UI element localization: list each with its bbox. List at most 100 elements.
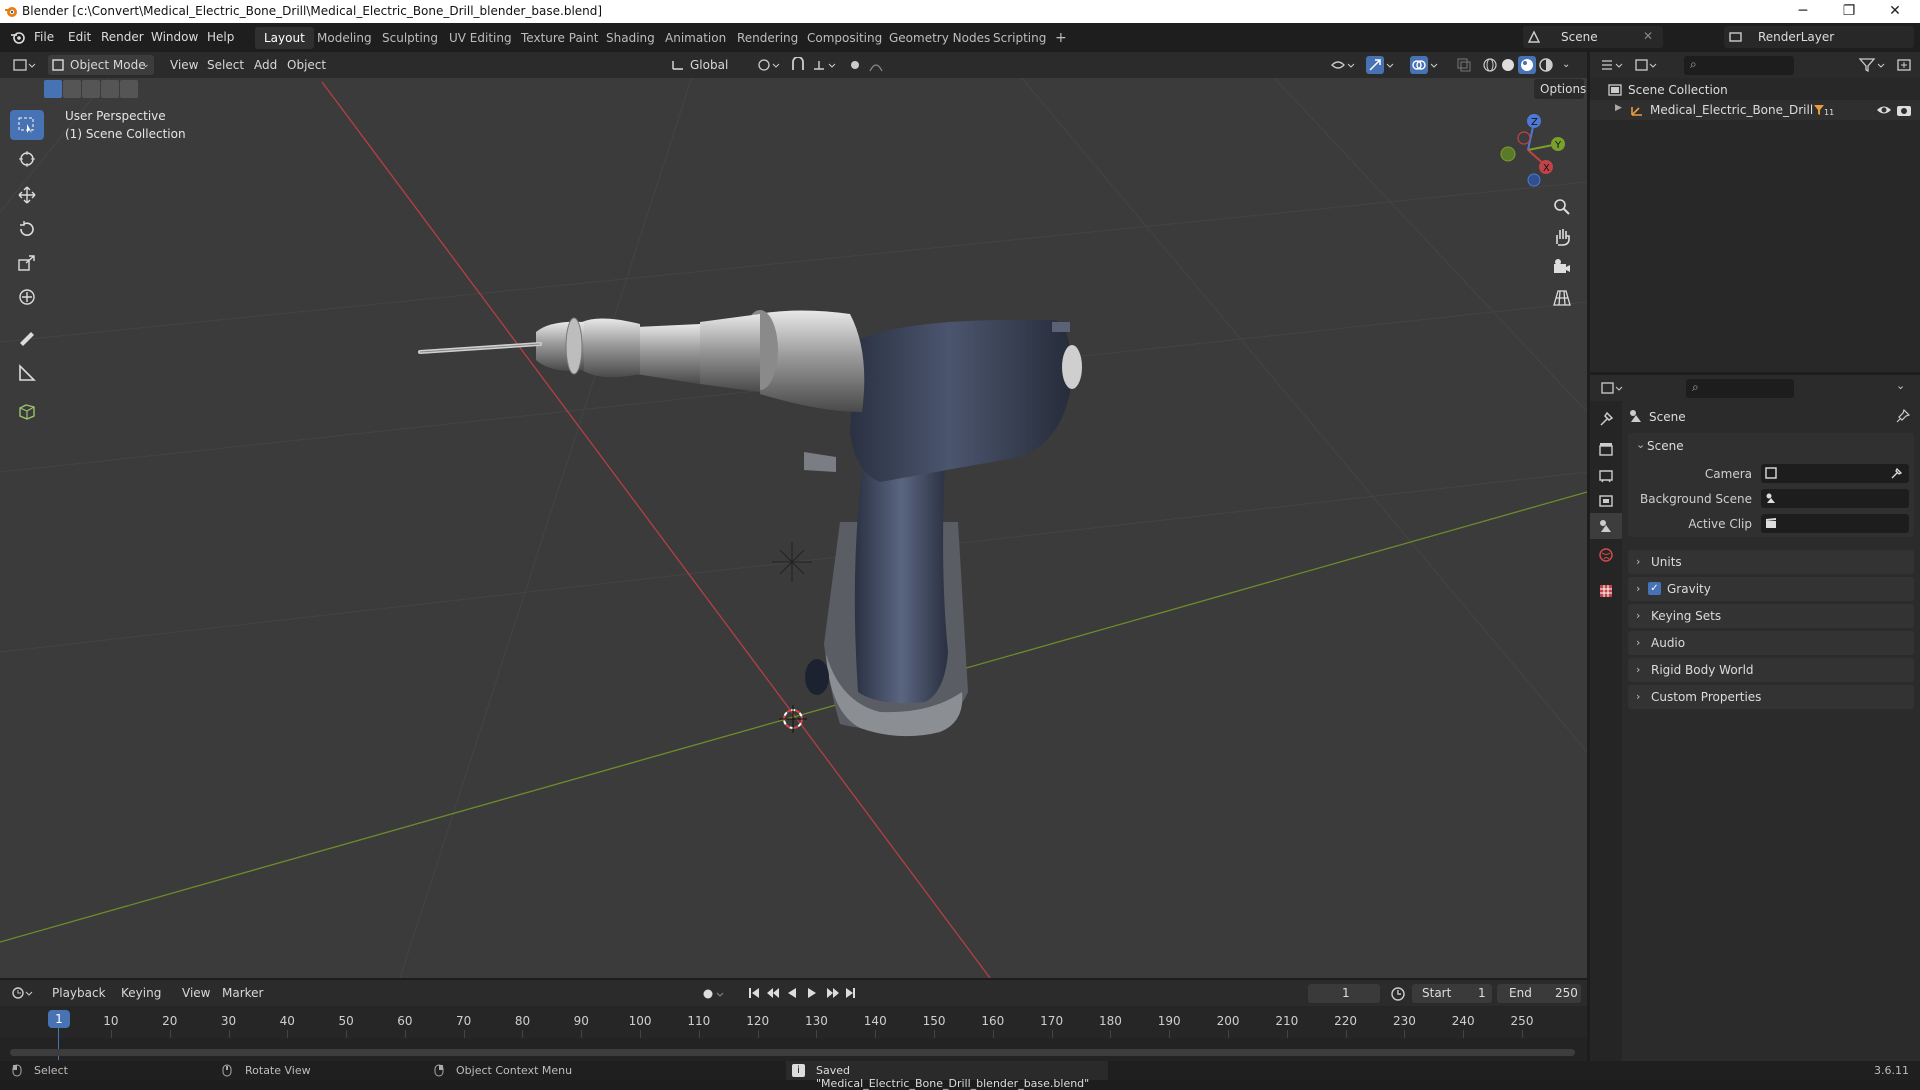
annotate-tool[interactable] — [10, 322, 44, 352]
add-cube-tool[interactable] — [10, 396, 44, 426]
status-report[interactable]: i Saved "Medical_Electric_Bone_Drill_ble… — [786, 1061, 1108, 1090]
eyedropper-icon[interactable] — [1891, 467, 1903, 479]
current-frame-field[interactable]: 1 — [1308, 984, 1380, 1003]
gravity-panel[interactable]: › ✓ Gravity — [1628, 577, 1914, 601]
select-extend-icon[interactable] — [63, 80, 81, 98]
cursor-tool[interactable] — [10, 144, 44, 174]
pan-hand-icon[interactable] — [1552, 227, 1572, 247]
menu-marker[interactable]: Marker — [216, 983, 269, 1003]
end-frame-field[interactable]: End 250 — [1497, 984, 1581, 1003]
texture-tab-icon[interactable] — [1598, 583, 1614, 599]
rendered-shading-icon[interactable] — [1538, 57, 1554, 73]
stopwatch-icon[interactable] — [1390, 986, 1406, 1002]
pivot-point-icon[interactable] — [756, 57, 780, 73]
tab-compositing[interactable]: Compositing — [798, 27, 891, 49]
wireframe-shading-icon[interactable] — [1482, 57, 1498, 73]
audio-panel[interactable]: › Audio — [1628, 631, 1914, 655]
scene-tab[interactable] — [1590, 513, 1622, 539]
navigation-gizmo[interactable]: Z Y X — [1488, 110, 1568, 190]
options-button[interactable]: Options — [1534, 79, 1586, 99]
render-tab-icon[interactable] — [1598, 441, 1614, 457]
filter-icon[interactable] — [1858, 57, 1888, 73]
play-reverse-icon[interactable] — [788, 988, 796, 998]
menu-help[interactable]: Help — [207, 30, 234, 44]
active-clip-field[interactable] — [1761, 514, 1909, 533]
gizmo-toggle-icon[interactable] — [1366, 56, 1396, 74]
3d-viewport[interactable]: Object Mode ⌄ View Select Add Object Glo… — [0, 52, 1587, 978]
proportional-edit-icon[interactable] — [848, 57, 862, 73]
solid-shading-icon[interactable] — [1500, 57, 1516, 73]
jump-start-icon[interactable] — [749, 988, 759, 998]
camera-field[interactable] — [1761, 464, 1909, 483]
gravity-checkbox[interactable]: ✓ — [1648, 582, 1661, 595]
transform-orientation-selector[interactable]: Global — [668, 55, 746, 75]
close-button[interactable]: ✕ — [1872, 0, 1918, 23]
tab-geometry-nodes[interactable]: Geometry Nodes — [880, 27, 999, 49]
properties-search-input[interactable]: ⌕ — [1686, 379, 1794, 398]
shading-options-chevron-icon[interactable]: ⌄ — [1556, 55, 1576, 75]
material-shading-icon[interactable] — [1518, 56, 1536, 74]
tab-uv-editing[interactable]: UV Editing — [440, 27, 521, 49]
play-icon[interactable] — [808, 988, 816, 998]
snap-icon[interactable] — [790, 57, 806, 73]
custom-properties-panel[interactable]: › Custom Properties — [1628, 685, 1914, 709]
minimize-button[interactable]: ─ — [1780, 0, 1826, 23]
select-invert-icon[interactable] — [101, 80, 119, 98]
expand-arrow-icon[interactable]: ▶ — [1615, 103, 1622, 113]
next-keyframe-icon[interactable] — [827, 988, 839, 998]
menu-timeline-view[interactable]: View — [176, 983, 216, 1003]
record-icon[interactable] — [702, 987, 728, 1001]
visibility-icon[interactable] — [1330, 57, 1356, 73]
timeline-scrollbar[interactable] — [10, 1049, 1575, 1056]
menu-add[interactable]: Add — [248, 55, 283, 75]
bone-drill-model[interactable] — [418, 310, 1082, 737]
world-tab-icon[interactable] — [1598, 547, 1614, 563]
select-subtract-icon[interactable] — [82, 80, 100, 98]
select-box-tool[interactable] — [10, 110, 44, 140]
display-mode-icon[interactable] — [1634, 57, 1658, 73]
outliner-row-object[interactable]: ▶ Medical_Electric_Bone_Drill 11 — [1590, 100, 1920, 120]
outliner-editor-type-icon[interactable] — [1600, 57, 1624, 73]
gizmo-neg-z[interactable] — [1527, 173, 1541, 187]
snap-target-icon[interactable] — [812, 57, 838, 73]
outliner-search-input[interactable]: ⌕ — [1684, 56, 1794, 75]
tab-animation[interactable]: Animation — [656, 27, 735, 49]
menu-file[interactable]: File — [34, 30, 54, 44]
menu-keying[interactable]: Keying — [115, 983, 167, 1003]
render-camera-icon[interactable] — [1896, 103, 1912, 117]
pin-icon[interactable] — [1896, 409, 1910, 423]
gizmo-neg-x[interactable] — [1517, 131, 1531, 145]
menu-edit[interactable]: Edit — [68, 30, 91, 44]
gizmo-neg-y[interactable] — [1500, 146, 1516, 162]
menu-render[interactable]: Render — [101, 30, 144, 44]
select-set-icon[interactable] — [44, 80, 62, 98]
measure-tool[interactable] — [10, 358, 44, 388]
camera-view-icon[interactable] — [1552, 257, 1572, 277]
chevron-down-icon[interactable]: ⌄ — [1636, 438, 1645, 451]
unlink-scene-icon[interactable]: ✕ — [1643, 29, 1653, 43]
menu-view[interactable]: View — [164, 55, 204, 75]
tab-texture-paint[interactable]: Texture Paint — [512, 27, 607, 49]
blender-menu-icon[interactable] — [10, 30, 26, 44]
renderlayer-selector[interactable]: RenderLayer — [1724, 26, 1914, 48]
view-layer-tab-icon[interactable] — [1598, 493, 1614, 509]
start-frame-field[interactable]: Start 1 — [1412, 984, 1492, 1003]
maximize-button[interactable]: ❐ — [1826, 0, 1872, 23]
scale-tool[interactable] — [10, 248, 44, 278]
tab-sculpting[interactable]: Sculpting — [373, 27, 447, 49]
tab-scripting[interactable]: Scripting — [984, 27, 1055, 49]
menu-select[interactable]: Select — [201, 55, 250, 75]
rotate-tool[interactable] — [10, 214, 44, 244]
zoom-icon[interactable] — [1552, 197, 1572, 217]
menu-window[interactable]: Window — [151, 30, 198, 44]
scene-selector[interactable]: Scene ✕ — [1523, 26, 1663, 48]
editor-type-icon[interactable] — [12, 57, 36, 73]
properties-options-chevron-icon[interactable]: ⌄ — [1896, 379, 1905, 392]
overlays-toggle-icon[interactable] — [1410, 56, 1440, 74]
background-scene-field[interactable] — [1761, 489, 1909, 508]
prev-keyframe-icon[interactable] — [767, 988, 779, 998]
tab-layout[interactable]: Layout — [255, 27, 314, 49]
move-tool[interactable] — [10, 180, 44, 210]
output-tab-icon[interactable] — [1598, 467, 1614, 483]
tab-modeling[interactable]: Modeling — [308, 27, 381, 49]
